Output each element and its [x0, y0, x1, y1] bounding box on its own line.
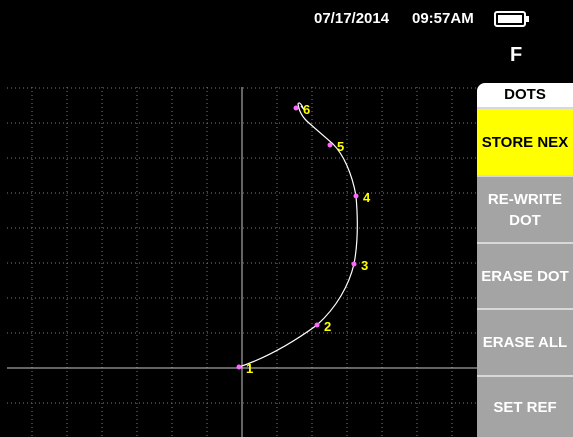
dot-label-3: 3: [361, 258, 368, 273]
dot-marker-5: [327, 142, 333, 148]
store-next-label: STORE NEX: [481, 133, 569, 151]
erase-all-button[interactable]: ERASE ALL: [477, 308, 573, 375]
instrument-screen: 07/17/2014 09:57AM F 1 2 3 4 5 6 DOTS STORE N…: [0, 0, 573, 437]
frequency-indicator: F: [510, 44, 523, 66]
dot-marker-6: [293, 105, 299, 111]
menu-title: DOTS: [477, 83, 573, 107]
impedance-plane-display: 1 2 3 4 5 6: [7, 87, 477, 437]
set-ref-button[interactable]: SET REF: [477, 375, 573, 437]
rewrite-dot-button[interactable]: RE-WRITE DOT: [477, 175, 573, 242]
dot-label-5: 5: [337, 139, 344, 154]
dot-marker-3: [351, 261, 357, 267]
erase-all-label: ERASE ALL: [482, 334, 568, 351]
dot-marker-2: [314, 322, 320, 328]
rewrite-dot-label: RE-WRITE DOT: [487, 190, 563, 229]
dot-marker-4: [353, 193, 359, 199]
set-ref-label: SET REF: [493, 398, 557, 416]
dot-marker-1: [236, 364, 242, 370]
dot-label-4: 4: [363, 190, 371, 205]
erase-dot-label: ERASE DOT: [481, 267, 569, 285]
store-next-button[interactable]: STORE NEX: [477, 107, 573, 175]
battery-icon: [494, 11, 529, 27]
dot-label-1: 1: [246, 361, 253, 376]
dot-label-6: 6: [303, 102, 310, 117]
status-time: 09:57AM: [412, 10, 474, 27]
dot-label-2: 2: [324, 319, 331, 334]
dots-menu-panel: DOTS STORE NEX RE-WRITE DOT ERASE DOT ER…: [477, 83, 573, 437]
reference-axes: [7, 87, 477, 437]
status-date: 07/17/2014: [314, 10, 390, 27]
erase-dot-button[interactable]: ERASE DOT: [477, 242, 573, 308]
